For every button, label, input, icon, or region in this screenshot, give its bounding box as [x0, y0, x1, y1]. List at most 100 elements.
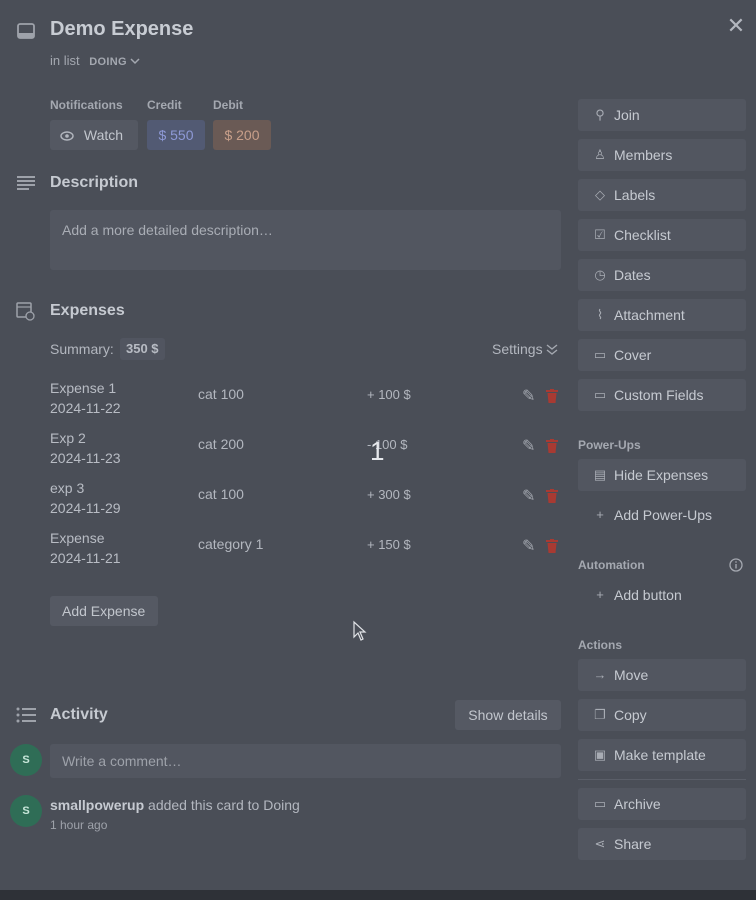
- edit-pencil-icon[interactable]: ✎: [522, 436, 535, 456]
- edit-pencil-icon[interactable]: ✎: [522, 536, 535, 556]
- expense-category: cat 200: [198, 436, 244, 452]
- comment-input[interactable]: Write a comment…: [50, 744, 561, 778]
- chevron-down-icon: [130, 58, 140, 65]
- expenses-icon: ▤: [593, 467, 607, 482]
- bottom-strip: [0, 890, 756, 900]
- hide-expenses-label: Hide Expenses: [614, 467, 709, 483]
- card-icon: [17, 23, 35, 39]
- expense-date: 2024-11-29: [50, 500, 121, 516]
- debit-badge: $ 200: [213, 120, 271, 150]
- avatar[interactable]: S: [10, 795, 42, 827]
- expense-name: Expense: [50, 530, 105, 546]
- attachment-button[interactable]: ⌇ Attachment: [578, 299, 746, 331]
- expense-row: Exp 2 2024-11-23 cat 200 - 100 $ ✎: [50, 428, 562, 468]
- plus-icon: +: [596, 587, 604, 602]
- in-list-line: in list DOING: [50, 53, 140, 68]
- close-icon[interactable]: ✕: [724, 14, 748, 38]
- copy-button[interactable]: ❐ Copy: [578, 699, 746, 731]
- checklist-label: Checklist: [614, 227, 671, 243]
- hide-expenses-button[interactable]: ▤ Hide Expenses: [578, 459, 746, 491]
- eye-icon: [60, 131, 74, 141]
- summary-value: 350 $: [120, 338, 165, 360]
- make-template-button[interactable]: ▣ Make template: [578, 739, 746, 771]
- expense-amount: + 100 $: [367, 387, 411, 402]
- activity-text: added this card to Doing: [148, 797, 300, 813]
- expense-name: exp 3: [50, 480, 85, 496]
- dates-label: Dates: [614, 267, 651, 283]
- expense-row: Expense 1 2024-11-22 cat 100 + 100 $ ✎: [50, 378, 562, 418]
- expense-name: Expense 1: [50, 380, 117, 396]
- description-input[interactable]: Add a more detailed description…: [50, 210, 561, 270]
- expense-category: cat 100: [198, 486, 244, 502]
- attachment-label: Attachment: [614, 307, 685, 323]
- mouse-cursor-icon: [353, 620, 367, 641]
- checklist-icon: ☑: [594, 227, 606, 242]
- expense-category: cat 100: [198, 386, 244, 402]
- watch-button[interactable]: Watch: [50, 120, 138, 150]
- trash-icon[interactable]: [546, 489, 558, 503]
- add-button-label: Add button: [614, 587, 682, 603]
- expense-date: 2024-11-22: [50, 400, 121, 416]
- activity-time[interactable]: 1 hour ago: [50, 818, 107, 832]
- activity-icon: [16, 707, 36, 723]
- add-powerups-button[interactable]: + Add Power-Ups: [578, 499, 746, 531]
- summary-label: Summary:: [50, 341, 114, 357]
- copy-icon: ❐: [594, 707, 606, 722]
- members-button[interactable]: ♙ Members: [578, 139, 746, 171]
- add-button-button[interactable]: + Add button: [578, 579, 746, 611]
- person-icon: ♙: [594, 147, 606, 162]
- powerups-label: Power-Ups: [578, 438, 641, 452]
- description-heading: Description: [50, 174, 139, 191]
- expense-row: exp 3 2024-11-29 cat 100 + 300 $ ✎: [50, 478, 562, 518]
- activity-user[interactable]: smallpowerup: [50, 797, 144, 813]
- description-icon: [17, 176, 35, 190]
- card-title[interactable]: Demo Expense: [50, 18, 193, 41]
- archive-icon: ▭: [593, 796, 607, 811]
- archive-label: Archive: [614, 796, 661, 812]
- archive-button[interactable]: ▭ Archive: [578, 788, 746, 820]
- divider: [578, 779, 746, 780]
- avatar[interactable]: S: [10, 744, 42, 776]
- card-detail-modal: Demo Expense in list DOING ✕ Notificatio…: [0, 0, 756, 890]
- expense-name: Exp 2: [50, 430, 86, 446]
- plus-icon: +: [596, 507, 604, 522]
- labels-button[interactable]: ◇ Labels: [578, 179, 746, 211]
- list-name-dropdown[interactable]: DOING: [89, 56, 127, 68]
- labels-label: Labels: [614, 187, 656, 203]
- cover-label: Cover: [614, 347, 652, 363]
- settings-label: Settings: [492, 341, 543, 357]
- cover-button[interactable]: ▭ Cover: [578, 339, 746, 371]
- trash-icon[interactable]: [546, 439, 558, 453]
- checklist-button[interactable]: ☑ Checklist: [578, 219, 746, 251]
- custom-fields-button[interactable]: ▭ Custom Fields: [578, 379, 746, 411]
- join-button[interactable]: ⚲ Join: [578, 99, 746, 131]
- notifications-label: Notifications: [50, 98, 123, 112]
- dates-button[interactable]: ◷ Dates: [578, 259, 746, 291]
- move-button[interactable]: → Move: [578, 659, 746, 691]
- double-chevron-down-icon: [547, 344, 558, 356]
- in-list-prefix: in list: [50, 53, 80, 68]
- settings-button[interactable]: Settings: [492, 341, 558, 357]
- members-label: Members: [614, 147, 673, 163]
- expense-amount: + 150 $: [367, 537, 411, 552]
- show-details-button[interactable]: Show details: [455, 700, 561, 730]
- paperclip-icon: ⌇: [596, 307, 604, 322]
- custom-fields-icon: ▭: [593, 387, 607, 402]
- actions-label: Actions: [578, 638, 623, 652]
- share-button[interactable]: ⋖ Share: [578, 828, 746, 860]
- edit-pencil-icon[interactable]: ✎: [522, 486, 535, 506]
- watch-label: Watch: [83, 127, 124, 143]
- join-label: Join: [614, 107, 640, 123]
- clock-icon: ◷: [594, 267, 606, 282]
- activity-heading: Activity: [50, 706, 108, 723]
- trash-icon[interactable]: [546, 539, 558, 553]
- overlay-number: 1: [370, 436, 385, 466]
- info-icon[interactable]: [729, 558, 743, 572]
- edit-pencil-icon[interactable]: ✎: [522, 386, 535, 406]
- add-expense-button[interactable]: Add Expense: [50, 596, 158, 626]
- template-icon: ▣: [593, 747, 607, 762]
- trash-icon[interactable]: [546, 389, 558, 403]
- activity-entry: smallpowerup added this card to Doing: [50, 797, 300, 813]
- credit-badge: $ 550: [147, 120, 205, 150]
- credit-label: Credit: [147, 98, 182, 112]
